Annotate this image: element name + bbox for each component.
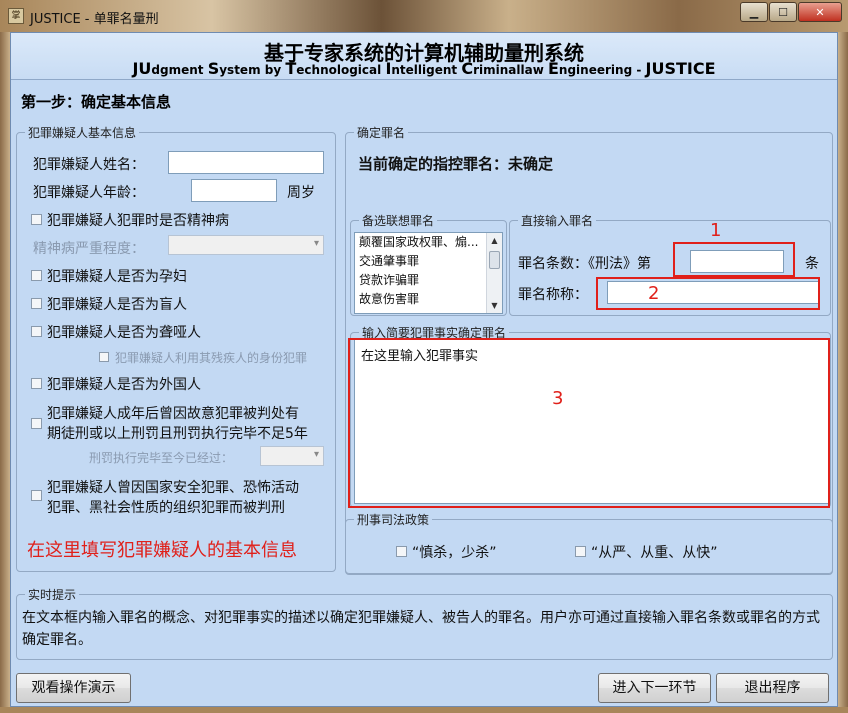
window-frame-right	[838, 32, 848, 713]
suspect-info-group: 犯罪嫌疑人基本信息 犯罪嫌疑人姓名： 犯罪嫌疑人年龄： 周岁 犯罪嫌疑人犯罪时是…	[16, 124, 336, 572]
charge-name-label: 罪名称称：	[518, 287, 588, 303]
age-unit-label: 周岁	[287, 185, 315, 201]
disabled-identity-checkbox[interactable]	[99, 352, 109, 362]
header-divider	[11, 79, 837, 80]
list-item[interactable]: 故意伤害罪	[355, 290, 502, 309]
annotation-label-3: 3	[552, 388, 564, 409]
suspect-name-label: 犯罪嫌疑人姓名：	[33, 157, 145, 173]
subtitle-cap: T	[285, 59, 297, 78]
pregnant-checkbox[interactable]	[31, 270, 42, 281]
foreigner-label: 犯罪嫌疑人是否为外国人	[47, 377, 201, 393]
suspect-age-label: 犯罪嫌疑人年龄：	[33, 185, 145, 201]
subtitle-rest: dgment	[151, 63, 208, 77]
subtitle-cap: E	[547, 59, 559, 78]
mental-illness-checkbox[interactable]	[31, 214, 42, 225]
special-crime-label-line2: 犯罪、黑社会性质的组织犯罪而被判刑	[47, 500, 285, 516]
client-area: 基于专家系统的计算机辅助量刑系统 JUdgment System by Tech…	[10, 32, 838, 707]
recidivist-label-line2: 期徒刑或以上刑罚且刑罚执行完毕不足5年	[47, 426, 308, 442]
deaf-label: 犯罪嫌疑人是否为聋哑人	[47, 325, 201, 341]
mental-severity-select[interactable]	[168, 235, 324, 255]
subtitle-cap: JUSTICE	[645, 59, 716, 78]
policy-option1-label: “慎杀，少杀”	[412, 545, 497, 561]
deaf-checkbox[interactable]	[31, 326, 42, 337]
policy-group: 刑事司法政策 “慎杀，少杀” “从严、从重、从快”	[345, 511, 833, 575]
pregnant-label: 犯罪嫌疑人是否为孕妇	[47, 269, 187, 285]
recidivist-checkbox[interactable]	[31, 418, 42, 429]
mental-illness-label: 犯罪嫌疑人犯罪时是否精神病	[47, 213, 229, 229]
blind-checkbox[interactable]	[31, 298, 42, 309]
subtitle-rest: riminallaw	[473, 63, 548, 77]
direct-input-legend: 直接输入罪名	[518, 212, 597, 229]
suggestion-group: 备选联想罪名 颠覆国家政权罪、煽... 交通肇事罪 贷款诈骗罪 故意伤害罪 ▲ …	[350, 212, 507, 316]
minimize-button[interactable]: ▁	[740, 2, 768, 22]
policy-legend: 刑事司法政策	[354, 511, 433, 528]
subtitle-rest: ngineering -	[558, 63, 646, 77]
current-charge-label: 当前确定的指控罪名：未确定	[358, 155, 554, 173]
annotation-box-2	[596, 277, 820, 310]
close-button[interactable]: ✕	[798, 2, 842, 22]
article-number-label: 罪名条数：《刑法》第	[518, 256, 651, 272]
app-icon: 掌	[8, 8, 24, 24]
window-controls: ▁ ☐ ✕	[739, 2, 842, 22]
system-subtitle: JUdgment System by Technological Intelli…	[11, 59, 837, 78]
step-title: 第一步：确定基本信息	[21, 93, 172, 111]
subtitle-cap: C	[461, 59, 474, 78]
charge-group-legend: 确定罪名	[354, 124, 409, 141]
suggestion-legend: 备选联想罪名	[359, 212, 438, 229]
list-item[interactable]: 交通肇事罪	[355, 252, 502, 271]
article-unit-label: 条	[805, 256, 819, 272]
subtitle-rest: ntelligent	[391, 63, 462, 77]
annotation-label-1: 1	[710, 220, 722, 241]
suspect-name-input[interactable]	[168, 151, 324, 174]
special-crime-label-line1: 犯罪嫌疑人曾因国家安全犯罪、恐怖活动	[47, 480, 299, 496]
mental-severity-label: 精神病严重程度：	[33, 241, 145, 257]
next-step-button[interactable]: 进入下一环节	[598, 673, 711, 703]
policy-option2-label: “从严、从重、从快”	[591, 545, 718, 561]
policy-option2-checkbox[interactable]	[575, 546, 586, 557]
tips-legend: 实时提示	[25, 586, 80, 603]
app-header: 基于专家系统的计算机辅助量刑系统 JUdgment System by Tech…	[11, 33, 837, 79]
annotation-box-3	[348, 338, 830, 508]
disabled-identity-label: 犯罪嫌疑人利用其残疾人的身份犯罪	[115, 351, 308, 365]
window-frame-bottom	[0, 707, 848, 713]
maximize-button[interactable]: ☐	[769, 2, 797, 22]
window-frame-left	[0, 32, 10, 713]
list-item[interactable]: 颠覆国家政权罪、煽...	[355, 233, 502, 252]
subtitle-rest: echnological	[296, 63, 386, 77]
scroll-down-icon[interactable]: ▼	[487, 298, 502, 313]
tips-group: 实时提示 在文本框内输入罪名的概念、对犯罪事实的描述以确定犯罪嫌疑人、被告人的罪…	[16, 586, 833, 660]
foreigner-checkbox[interactable]	[31, 378, 42, 389]
subtitle-rest: ystem by	[219, 63, 286, 77]
suspect-hint-text: 在这里填写犯罪嫌疑人的基本信息	[27, 540, 297, 561]
exit-button[interactable]: 退出程序	[716, 673, 829, 703]
suspect-info-legend: 犯罪嫌疑人基本信息	[25, 124, 140, 141]
window-title: JUSTICE - 单罪名量刑	[30, 12, 159, 27]
suggestion-list[interactable]: 颠覆国家政权罪、煽... 交通肇事罪 贷款诈骗罪 故意伤害罪 ▲ ▼	[354, 232, 503, 314]
annotation-box-1	[673, 242, 795, 277]
suspect-age-input[interactable]	[191, 179, 277, 202]
title-bar[interactable]: 掌 JUSTICE - 单罪名量刑 ▁ ☐ ✕	[0, 0, 848, 32]
subtitle-cap: JU	[132, 59, 152, 78]
list-item[interactable]: 贷款诈骗罪	[355, 271, 502, 290]
recidivist-label-line1: 犯罪嫌疑人成年后曾因故意犯罪被判处有	[47, 406, 299, 422]
scroll-thumb[interactable]	[489, 251, 500, 269]
elapsed-time-label: 刑罚执行完毕至今已经过：	[89, 451, 234, 465]
tips-text: 在文本框内输入罪名的概念、对犯罪事实的描述以确定犯罪嫌疑人、被告人的罪名。用户亦…	[22, 610, 820, 648]
elapsed-time-select[interactable]	[260, 446, 324, 466]
special-crime-checkbox[interactable]	[31, 490, 42, 501]
suggestion-scrollbar[interactable]: ▲ ▼	[486, 233, 502, 313]
policy-option1-checkbox[interactable]	[396, 546, 407, 557]
subtitle-cap: S	[207, 59, 220, 78]
demo-button[interactable]: 观看操作演示	[16, 673, 131, 703]
scroll-up-icon[interactable]: ▲	[487, 233, 502, 248]
annotation-label-2: 2	[648, 283, 660, 304]
blind-label: 犯罪嫌疑人是否为盲人	[47, 297, 187, 313]
